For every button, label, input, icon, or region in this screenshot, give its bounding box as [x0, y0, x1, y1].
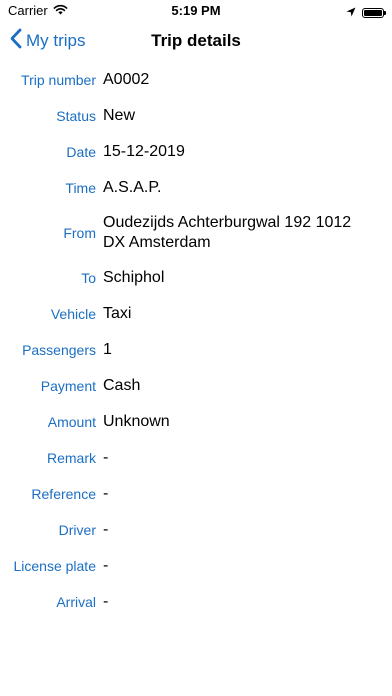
detail-row-payment: Payment Cash	[0, 368, 392, 404]
detail-label: Driver	[58, 522, 96, 538]
detail-value: -	[103, 485, 109, 502]
detail-value: A0002	[103, 71, 150, 88]
detail-value: New	[103, 107, 136, 124]
detail-value: 15-12-2019	[103, 143, 185, 160]
page-title: Trip details	[151, 31, 241, 50]
detail-label: To	[81, 270, 96, 286]
detail-row-to: To Schiphol	[0, 260, 392, 296]
detail-row-date: Date 15-12-2019	[0, 134, 392, 170]
detail-row-trip-number: Trip number A0002	[0, 62, 392, 98]
detail-value: Oudezijds Achterburgwal 192 1012 DX Amst…	[103, 214, 352, 251]
detail-value: Taxi	[103, 305, 132, 322]
detail-row-remark: Remark -	[0, 440, 392, 476]
detail-row-from: From Oudezijds Achterburgwal 192 1012 DX…	[0, 206, 392, 260]
detail-label: Amount	[47, 414, 96, 430]
battery-level	[364, 10, 382, 16]
detail-label: Arrival	[56, 594, 96, 610]
detail-label: Time	[65, 180, 96, 196]
detail-value: -	[103, 521, 109, 538]
detail-row-driver: Driver -	[0, 512, 392, 548]
trip-details-list: Trip number A0002 Status New Date 15-12-…	[0, 62, 392, 620]
detail-value: Unknown	[103, 413, 170, 430]
detail-label: Vehicle	[50, 306, 96, 322]
detail-label: Payment	[40, 378, 96, 394]
detail-row-reference: Reference -	[0, 476, 392, 512]
detail-label: License plate	[13, 558, 96, 574]
status-indicators	[346, 4, 386, 22]
battery-icon	[362, 8, 386, 18]
detail-row-arrival: Arrival -	[0, 584, 392, 620]
detail-label: From	[63, 225, 96, 241]
detail-value: Cash	[103, 377, 141, 394]
detail-value: -	[103, 449, 109, 466]
detail-row-license-plate: License plate -	[0, 548, 392, 584]
detail-label: Trip number	[21, 72, 96, 88]
detail-label: Status	[56, 108, 96, 124]
detail-label: Remark	[46, 450, 96, 466]
detail-label: Passengers	[22, 342, 96, 358]
detail-row-passengers: Passengers 1	[0, 332, 392, 368]
detail-row-status: Status New	[0, 98, 392, 134]
detail-value: Schiphol	[103, 269, 165, 286]
detail-label: Date	[66, 144, 96, 160]
navigation-bar: My trips Trip details	[0, 22, 392, 60]
detail-value: -	[103, 593, 109, 610]
detail-row-vehicle: Vehicle Taxi	[0, 296, 392, 332]
detail-value: A.S.A.P.	[103, 179, 162, 196]
status-bar: Carrier 5:19 PM	[0, 0, 392, 22]
location-arrow-icon	[346, 4, 356, 22]
status-time: 5:19 PM	[171, 3, 221, 18]
detail-row-amount: Amount Unknown	[0, 404, 392, 440]
detail-value: 1	[103, 341, 112, 358]
detail-value: -	[103, 557, 109, 574]
detail-row-time: Time A.S.A.P.	[0, 170, 392, 206]
detail-label: Reference	[31, 486, 96, 502]
